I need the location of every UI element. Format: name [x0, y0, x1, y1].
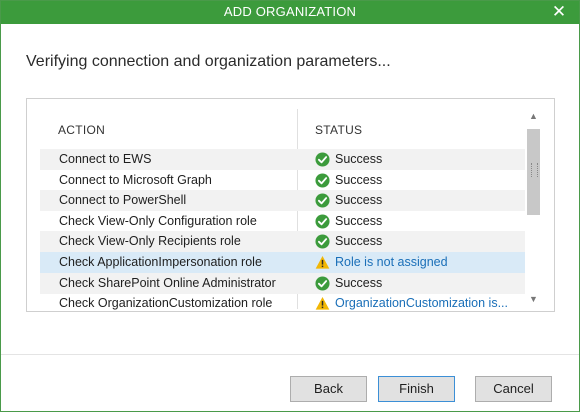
check-circle-icon: [315, 152, 330, 167]
scroll-down-icon[interactable]: ▼: [525, 292, 542, 306]
scrollbar-thumb[interactable]: [527, 129, 540, 215]
finish-button[interactable]: Finish: [378, 376, 455, 402]
row-action-label: Check OrganizationCustomization role: [59, 296, 273, 311]
table-row[interactable]: Connect to PowerShell Success: [40, 190, 525, 212]
status-text: Success: [335, 275, 383, 290]
status-text: Success: [335, 152, 383, 166]
check-circle-icon: [315, 234, 330, 249]
close-icon[interactable]: ✕: [551, 1, 567, 23]
row-action-label: Check SharePoint Online Administrator: [59, 275, 276, 290]
vertical-scrollbar[interactable]: ▲ ▼: [525, 109, 542, 309]
check-circle-icon: [315, 173, 330, 188]
column-header-status[interactable]: STATUS: [315, 123, 362, 137]
cancel-button[interactable]: Cancel: [475, 376, 552, 402]
table-row[interactable]: Check ApplicationImpersonation role Role …: [40, 252, 525, 273]
row-action-label: Check ApplicationImpersonation role: [59, 255, 262, 269]
check-circle-icon: [315, 193, 330, 208]
status-text: Success: [335, 193, 383, 208]
add-organization-dialog: ADD ORGANIZATION ✕ Verifying connection …: [0, 0, 580, 412]
dialog-title: ADD ORGANIZATION: [223, 4, 357, 19]
scroll-up-icon[interactable]: ▲: [525, 109, 542, 123]
check-circle-icon: [315, 214, 330, 229]
status-text: Success: [335, 213, 383, 228]
table-row[interactable]: Connect to EWS Success: [40, 149, 525, 170]
row-action-label: Connect to EWS: [59, 152, 152, 166]
row-action-label: Check View-Only Recipients role: [59, 234, 241, 249]
status-link[interactable]: Role is not assigned: [335, 252, 448, 273]
status-link[interactable]: OrganizationCustomization is...: [335, 293, 508, 311]
title-bar: ADD ORGANIZATION ✕: [1, 1, 579, 24]
grip-icon: [531, 163, 538, 177]
row-action-label: Check View-Only Configuration role: [59, 213, 257, 228]
verification-table: ACTION STATUS Connect to EWS Success Conne…: [26, 98, 555, 312]
check-circle-icon: [315, 276, 330, 291]
table-row[interactable]: Check View-Only Configuration role Succes…: [40, 211, 525, 232]
warning-triangle-icon: [315, 297, 330, 310]
page-heading: Verifying connection and organization pa…: [26, 53, 391, 70]
row-action-label: Connect to PowerShell: [59, 193, 187, 208]
row-action-label: Connect to Microsoft Graph: [59, 172, 212, 187]
warning-triangle-icon: [315, 255, 330, 269]
footer-divider: [1, 354, 579, 355]
status-text: Success: [335, 172, 383, 187]
column-header-action[interactable]: ACTION: [58, 123, 105, 137]
back-button[interactable]: Back: [290, 376, 367, 402]
table-row[interactable]: Connect to Microsoft Graph Success: [40, 170, 525, 191]
table-row[interactable]: Check OrganizationCustomization role Orga…: [40, 293, 525, 311]
table-row[interactable]: Check SharePoint Online Administrator Suc…: [40, 272, 525, 294]
table-row[interactable]: Check View-Only Recipients role Success: [40, 231, 525, 253]
status-text: Success: [335, 234, 383, 249]
